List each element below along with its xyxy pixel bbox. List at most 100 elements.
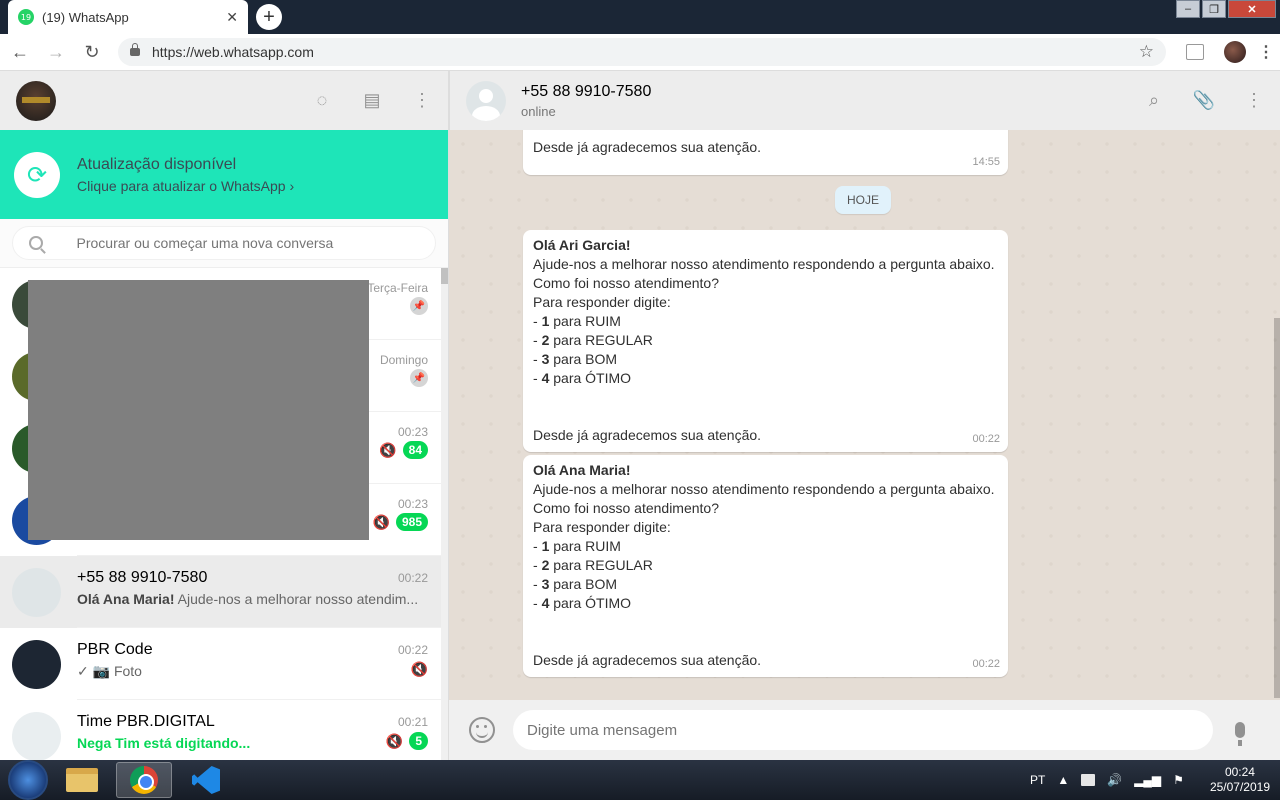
update-banner[interactable]: ⟳ Atualização disponível Clique para atu… — [0, 130, 448, 219]
taskbar-explorer[interactable] — [54, 762, 110, 798]
message-option: - 2 para REGULAR — [533, 557, 653, 573]
chat-item[interactable]: PBR Code 00:22 ✓ 📷 Foto 🔇 — [0, 628, 448, 700]
clock[interactable]: 00:24 25/07/2019 — [1210, 765, 1270, 795]
chat-time: Domingo — [379, 353, 428, 367]
search-box[interactable] — [12, 226, 436, 260]
emoji-icon[interactable] — [469, 717, 495, 743]
message-option: - 4 para ÓTIMO — [533, 370, 632, 386]
chat-item[interactable]: Time PBR.DIGITAL 00:21 Nega Tim está digi… — [0, 700, 448, 760]
extension-icon[interactable] — [1186, 44, 1204, 60]
close-window-button[interactable]: ✕ — [1228, 0, 1276, 18]
refresh-icon: ⟳ — [14, 151, 60, 198]
chat-item-active[interactable]: +55 88 9910-7580 00:22 Olá Ana Maria! Aju… — [0, 556, 448, 628]
chat-time: Terça-Feira — [367, 281, 428, 295]
status-icon[interactable]: ◌ — [312, 90, 332, 111]
taskbar: PT ▲ 🔊 ▂▄▆ ⚑ 00:24 25/07/2019 — [0, 760, 1280, 800]
search-icon — [29, 236, 43, 250]
browser-toolbar: ← → ↻ https://web.whatsapp.com ☆ ⋮ — [0, 34, 1280, 71]
chat-preview: ✓ 📷 Foto — [77, 663, 142, 679]
message-time: 00:22 — [972, 658, 1000, 670]
chat-avatar — [12, 711, 61, 760]
chat-time: 00:22 — [397, 643, 428, 657]
message-input[interactable] — [513, 710, 1213, 750]
message-line: Ajude-nos a melhorar nosso atendimento r… — [533, 481, 995, 497]
message-line: Para responder digite: — [533, 294, 671, 310]
contact-avatar[interactable] — [466, 80, 506, 121]
back-button[interactable]: ← — [4, 36, 36, 68]
new-tab-button[interactable]: + — [256, 4, 282, 30]
chat-time: 00:22 — [397, 571, 428, 585]
language-indicator[interactable]: PT — [1030, 773, 1045, 787]
menu-icon[interactable]: ⋮ — [412, 90, 432, 111]
system-tray: PT ▲ 🔊 ▂▄▆ ⚑ 00:24 25/07/2019 — [1030, 765, 1280, 795]
bookmark-star-icon[interactable]: ☆ — [1139, 42, 1154, 62]
message-time: 14:55 — [972, 156, 1000, 168]
message-greeting: Olá Ana Maria! — [533, 462, 631, 478]
update-link[interactable]: Clique para atualizar o WhatsApp › — [77, 178, 294, 194]
clock-time: 00:24 — [1224, 765, 1255, 779]
url-text: https://web.whatsapp.com — [152, 44, 314, 60]
window-controls: – ❐ ✕ — [1176, 0, 1276, 18]
chat-time: 00:23 — [397, 425, 428, 439]
attach-icon[interactable]: 📎 — [1193, 90, 1215, 111]
messages-scrollbar[interactable] — [1274, 130, 1280, 700]
signal-icon[interactable]: ▂▄▆ — [1134, 773, 1161, 787]
new-chat-icon[interactable]: ▤ — [362, 90, 382, 111]
address-bar[interactable]: https://web.whatsapp.com ☆ — [118, 38, 1166, 66]
unread-badge: 5 — [409, 732, 428, 750]
message-area: Desde já agradecemos sua atenção. 14:55 … — [449, 130, 1280, 700]
tray-expand-icon[interactable]: ▲ — [1057, 773, 1069, 787]
browser-tab[interactable]: 19 (19) WhatsApp ✕ — [8, 0, 248, 34]
chat-name: PBR Code — [77, 641, 153, 658]
microphone-icon[interactable] — [1235, 722, 1245, 746]
message-line: Ajude-nos a melhorar nosso atendimento r… — [533, 256, 995, 272]
muted-icon: 🔇 — [410, 661, 428, 677]
start-button[interactable] — [8, 760, 48, 800]
contact-name[interactable]: +55 88 9910-7580 — [521, 83, 651, 101]
forward-button[interactable]: → — [40, 36, 72, 68]
message-greeting: Olá Ari Garcia! — [533, 237, 631, 253]
sidebar-scrollbar[interactable] — [441, 268, 448, 760]
volume-icon[interactable]: 🔊 — [1107, 773, 1122, 787]
action-center-icon[interactable]: ⚑ — [1173, 773, 1184, 787]
lock-icon — [130, 43, 140, 56]
chat-avatar — [12, 639, 61, 689]
message-option: - 4 para ÓTIMO — [533, 595, 632, 611]
default-avatar-icon — [12, 567, 61, 617]
taskbar-chrome[interactable] — [116, 762, 172, 798]
network-drive-icon[interactable] — [1081, 774, 1096, 786]
browser-menu-icon[interactable]: ⋮ — [1258, 42, 1274, 62]
menu-icon[interactable]: ⋮ — [1244, 90, 1264, 111]
message-bubble: Desde já agradecemos sua atenção. 14:55 — [523, 130, 1008, 175]
search-container — [0, 219, 448, 268]
chat-list: Terça-Feira 📌 Domingo 📌 00:23 🔇 84 00:23… — [0, 268, 448, 760]
chrome-icon — [130, 766, 158, 794]
message-line: Como foi nosso atendimento? — [533, 500, 719, 516]
tab-title: (19) WhatsApp — [42, 9, 129, 25]
pin-icon: 📌 — [410, 369, 428, 387]
whatsapp-favicon-icon: 19 — [18, 9, 34, 25]
muted-icon: 🔇 — [372, 513, 390, 530]
minimize-button[interactable]: – — [1176, 0, 1200, 18]
contact-status: online — [521, 103, 556, 119]
message-bubble: Olá Ana Maria! Ajude-nos a melhorar noss… — [523, 455, 1008, 677]
sidebar-header: ◌ ▤ ⋮ — [0, 71, 448, 130]
restore-button[interactable]: ❐ — [1202, 0, 1226, 18]
my-avatar[interactable] — [16, 80, 56, 121]
tab-close-icon[interactable]: ✕ — [226, 9, 238, 26]
taskbar-vscode[interactable] — [178, 762, 234, 798]
chat-name: Time PBR.DIGITAL — [77, 713, 215, 730]
message-composer — [449, 700, 1280, 760]
message-option: - 3 para BOM — [533, 576, 618, 592]
redacted-region — [28, 280, 369, 540]
message-line: Para responder digite: — [533, 519, 671, 535]
search-icon[interactable]: ⌕ — [1144, 90, 1164, 111]
reload-button[interactable]: ↻ — [76, 36, 108, 68]
profile-avatar[interactable] — [1224, 41, 1246, 63]
browser-tab-bar: 19 (19) WhatsApp ✕ + – ❐ ✕ — [0, 0, 1280, 34]
message-footer: Desde já agradecemos sua atenção. — [533, 427, 762, 443]
message-option: - 2 para REGULAR — [533, 332, 653, 348]
search-input[interactable] — [76, 235, 419, 251]
conversation-header: +55 88 9910-7580 online ⌕ 📎 ⋮ — [449, 71, 1280, 130]
clock-date: 25/07/2019 — [1209, 780, 1270, 794]
